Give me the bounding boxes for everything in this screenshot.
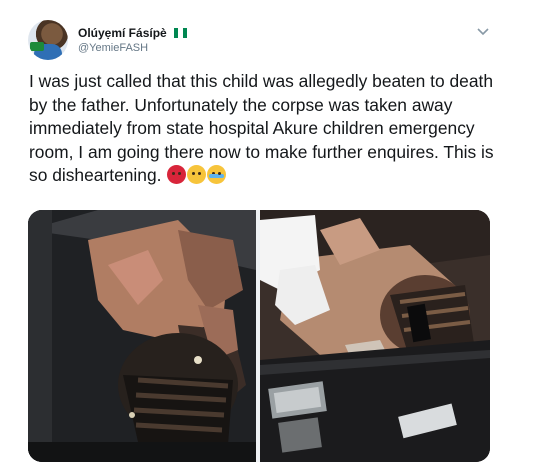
tweet-text: I was just called that this child was al… xyxy=(29,70,499,188)
angry-face-icon xyxy=(167,165,187,185)
frowning-face-icon xyxy=(187,165,207,185)
media-grid xyxy=(28,210,490,462)
tweet-card: Olúyẹmí Fásípè @YemieFASH I was just cal… xyxy=(0,0,544,462)
user-display-name[interactable]: Olúyẹmí Fásípè xyxy=(78,26,188,40)
nigeria-flag-icon xyxy=(174,27,188,38)
media-photo-1[interactable] xyxy=(28,210,256,462)
avatar-tag xyxy=(30,42,44,51)
tweet-body: I was just called that this child was al… xyxy=(29,71,494,186)
media-photo-2[interactable] xyxy=(260,210,490,462)
crying-face-icon xyxy=(207,165,227,185)
user-handle[interactable]: @YemieFASH xyxy=(78,42,148,54)
user-avatar[interactable] xyxy=(28,20,68,60)
user-display-name-text: Olúyẹmí Fásípè xyxy=(78,26,167,40)
chevron-down-icon[interactable] xyxy=(476,26,490,40)
